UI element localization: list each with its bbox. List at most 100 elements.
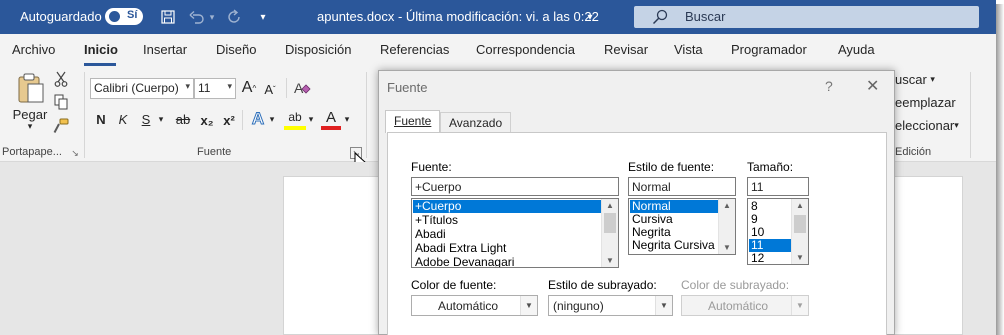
shrink-font-button[interactable]: Aˇ xyxy=(262,81,278,97)
tab-avanzado[interactable]: Avanzado xyxy=(440,112,512,132)
scroll-up-icon[interactable]: ▲ xyxy=(723,201,731,210)
replace-button[interactable]: eemplazar xyxy=(895,94,956,110)
tab-programador[interactable]: Programador xyxy=(731,42,807,57)
size-label: Tamaño: xyxy=(747,160,794,174)
style-listbox[interactable]: Normal Cursiva Negrita Negrita Cursiva ▲… xyxy=(628,198,736,255)
highlight-button[interactable]: ab xyxy=(284,108,306,130)
tab-fuente[interactable]: Fuente xyxy=(385,110,441,133)
font-size-combo[interactable]: 11 ▾ xyxy=(194,78,236,99)
list-item[interactable]: Negrita Cursiva xyxy=(630,239,718,252)
strikethrough-button[interactable]: ab xyxy=(172,110,194,128)
select-button[interactable]: eleccionar ▾ xyxy=(895,117,959,133)
tab-insertar[interactable]: Insertar xyxy=(143,42,187,57)
find-button[interactable]: uscar ▾ xyxy=(895,71,935,87)
style-list-scrollbar[interactable]: ▲ ▼ xyxy=(718,199,735,254)
underline-color-label: Color de subrayado: xyxy=(681,278,790,292)
group-divider xyxy=(366,72,367,158)
autosave-state: Sí xyxy=(127,9,138,21)
text-effects-dropdown-icon[interactable]: ▾ xyxy=(267,110,277,128)
autosave-toggle-knob xyxy=(109,11,120,22)
window-shadow xyxy=(996,4,1004,335)
font-color-dropdown-icon[interactable]: ▾ xyxy=(342,110,352,128)
text-effects-button[interactable]: A xyxy=(248,109,268,129)
list-item[interactable]: Abadi Extra Light xyxy=(413,242,601,255)
list-item[interactable]: Adobe Devanagari xyxy=(413,256,601,268)
size-input-value: 11 xyxy=(751,180,764,194)
grow-font-icon: A xyxy=(241,79,253,96)
italic-button[interactable]: K xyxy=(114,110,132,128)
clear-formatting-icon[interactable]: A xyxy=(292,78,312,98)
underline-style-label: Estilo de subrayado: xyxy=(548,278,657,292)
scroll-down-icon[interactable]: ▼ xyxy=(723,243,731,252)
font-color-button[interactable]: A xyxy=(321,108,341,130)
bold-button[interactable]: N xyxy=(92,110,110,128)
find-label: uscar xyxy=(895,71,927,87)
undo-icon[interactable] xyxy=(188,8,206,26)
subscript-button[interactable]: x₂ xyxy=(198,111,216,129)
font-color-value: Automático xyxy=(438,299,499,313)
scroll-thumb[interactable] xyxy=(794,215,806,233)
redo-icon[interactable] xyxy=(225,8,243,26)
font-listbox[interactable]: +Cuerpo +Títulos Abadi Abadi Extra Light… xyxy=(411,198,619,268)
font-size-value: 11 xyxy=(198,81,211,95)
tab-referencias[interactable]: Referencias xyxy=(380,42,449,57)
scroll-down-icon[interactable]: ▼ xyxy=(606,256,614,265)
scroll-up-icon[interactable]: ▲ xyxy=(796,201,804,210)
format-painter-icon[interactable] xyxy=(53,118,69,134)
underline-dropdown-icon[interactable]: ▾ xyxy=(155,110,167,128)
tab-disposicion[interactable]: Disposición xyxy=(285,42,351,57)
list-item[interactable]: +Cuerpo xyxy=(413,200,601,213)
paste-button[interactable]: Pegar xyxy=(12,107,48,122)
font-name-combo[interactable]: Calibri (Cuerpo) ▾ xyxy=(90,78,194,99)
tab-vista[interactable]: Vista xyxy=(674,42,703,57)
highlight-dropdown-icon[interactable]: ▾ xyxy=(306,110,316,128)
inline-divider xyxy=(242,110,243,130)
chevron-down-icon: ▾ xyxy=(185,81,190,91)
grow-font-button[interactable]: A ^ xyxy=(240,79,258,97)
shrink-font-icon: A xyxy=(264,81,273,97)
underline-style-value: (ninguno) xyxy=(553,299,604,313)
customize-qat-icon[interactable]: ▾ xyxy=(257,8,269,26)
font-name-value: Calibri (Cuerpo) xyxy=(94,81,179,95)
copy-icon[interactable] xyxy=(53,94,69,110)
underline-style-select[interactable]: (ninguno) ▼ xyxy=(548,295,673,316)
list-item[interactable]: 12 xyxy=(749,252,791,265)
scroll-down-icon[interactable]: ▼ xyxy=(796,253,804,262)
tab-diseno[interactable]: Diseño xyxy=(216,42,256,57)
size-listbox[interactable]: 8 9 10 11 12 ▲ ▼ xyxy=(747,198,809,265)
paste-icon[interactable] xyxy=(12,71,48,105)
chevron-down-icon: ▾ xyxy=(227,81,232,91)
tab-archivo[interactable]: Archivo xyxy=(12,42,55,57)
underline-color-select[interactable]: Automático ▼ xyxy=(681,295,809,316)
select-label: eleccionar xyxy=(895,117,955,133)
title-dropdown-icon[interactable]: ▾ xyxy=(584,8,596,26)
underline-button[interactable]: S xyxy=(137,110,155,128)
style-input[interactable]: Normal xyxy=(628,177,736,196)
paste-dropdown-icon[interactable]: ▾ xyxy=(12,120,48,132)
scroll-thumb[interactable] xyxy=(604,213,616,233)
font-color-select[interactable]: Automático ▼ xyxy=(411,295,538,316)
list-item[interactable]: Abadi xyxy=(413,228,601,241)
font-list-scrollbar[interactable]: ▲ ▼ xyxy=(601,199,618,267)
scroll-up-icon[interactable]: ▲ xyxy=(606,201,614,210)
undo-dropdown-icon[interactable]: ▾ xyxy=(206,8,218,26)
size-list-scrollbar[interactable]: ▲ ▼ xyxy=(791,199,808,264)
list-item[interactable]: +Títulos xyxy=(413,214,601,227)
font-input[interactable]: +Cuerpo xyxy=(411,177,619,196)
chevron-down-icon: ▼ xyxy=(655,296,672,315)
group-divider xyxy=(970,72,971,158)
cut-icon[interactable] xyxy=(53,71,69,87)
clipboard-launcher-icon[interactable]: ↘ xyxy=(70,148,80,158)
tab-correspondencia[interactable]: Correspondencia xyxy=(476,42,575,57)
tab-ayuda[interactable]: Ayuda xyxy=(838,42,875,57)
help-button[interactable]: ? xyxy=(825,78,833,94)
close-icon[interactable]: ✕ xyxy=(866,76,879,96)
find-dropdown-icon: ▾ xyxy=(930,73,935,84)
superscript-button[interactable]: x² xyxy=(220,111,238,129)
tab-inicio[interactable]: Inicio xyxy=(84,42,118,57)
search-box[interactable]: Buscar xyxy=(634,6,979,28)
tab-revisar[interactable]: Revisar xyxy=(604,42,648,57)
size-input[interactable]: 11 xyxy=(747,177,809,196)
save-icon[interactable] xyxy=(158,8,178,26)
autosave-toggle[interactable]: Sí xyxy=(105,8,143,25)
